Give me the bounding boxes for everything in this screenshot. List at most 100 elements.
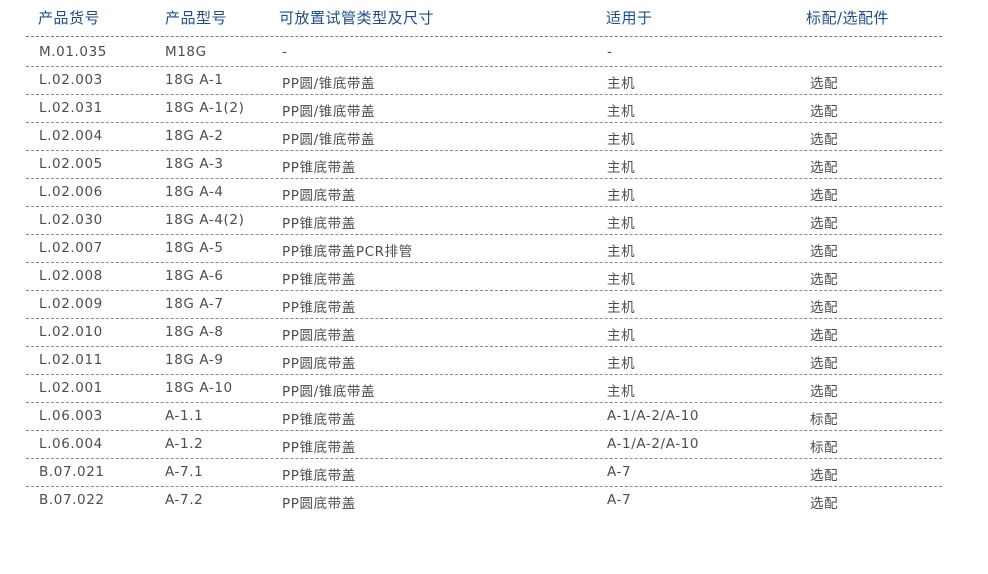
cell-code: L.02.006	[39, 184, 103, 200]
table-row: L.02.031 18G A-1(2) PP圆/锥底带盖 主机 选配	[26, 95, 942, 123]
table-body: M.01.035 M18G - - L.02.003 18G A-1 PP圆/锥底带盖 主机选…	[26, 39, 942, 515]
cell-applies-to: A-7	[607, 464, 632, 480]
table-row: L.02.009 18G A-7 PP锥底带盖 主机 选配	[26, 291, 942, 319]
cell-model: 18G A-4	[165, 184, 224, 200]
cell-tube: PP圆底带盖	[282, 496, 356, 512]
cell-std-opt: 选配	[810, 468, 839, 484]
cell-std-opt: 选配	[810, 384, 839, 400]
table-row: L.06.004 A-1.2 PP锥底带盖 A-1/A-2/A-10 标配	[26, 431, 942, 459]
cell-tube: PP锥底带盖PCR排管	[282, 244, 413, 260]
cell-applies-to: 主机	[607, 104, 636, 120]
cell-tube: PP圆/锥底带盖	[282, 384, 376, 400]
cell-applies-to: A-7	[607, 492, 632, 508]
cell-applies-to: 主机	[607, 244, 636, 260]
cell-std-opt: 选配	[810, 216, 839, 232]
cell-code: L.02.009	[39, 296, 103, 312]
cell-model: 18G A-7	[165, 296, 224, 312]
table-row: L.02.004 18G A-2 PP圆/锥底带盖 主机 选配	[26, 123, 942, 151]
cell-tube: PP锥底带盖	[282, 468, 356, 484]
cell-applies-to: A-1/A-2/A-10	[607, 408, 700, 424]
cell-model: A-1.2	[165, 436, 204, 452]
cell-std-opt: 选配	[810, 356, 839, 372]
cell-model: 18G A-1(2)	[165, 100, 245, 116]
cell-model: A-7.1	[165, 464, 204, 480]
cell-code: L.02.011	[39, 352, 103, 368]
cell-code: L.02.005	[39, 156, 103, 172]
header-std-opt: 标配/选配件	[806, 9, 890, 27]
cell-std-opt: 选配	[810, 188, 839, 204]
table-row: L.02.007 18G A-5 PP锥底带盖PCR排管 主机 选配	[26, 235, 942, 263]
cell-tube: PP锥底带盖	[282, 160, 356, 176]
header-applies-to: 适用于	[606, 9, 653, 27]
cell-model: A-7.2	[165, 492, 204, 508]
table-row: L.02.001 18G A-10 PP圆/锥底带盖 主机 选配	[26, 375, 942, 403]
cell-code: L.02.010	[39, 324, 103, 340]
cell-code: M.01.035	[39, 44, 107, 60]
header-model: 产品型号	[165, 9, 228, 27]
cell-std-opt: 选配	[810, 76, 839, 92]
cell-tube: PP圆/锥底带盖	[282, 76, 376, 92]
cell-tube: PP锥底带盖	[282, 300, 356, 316]
cell-code: L.06.004	[39, 436, 103, 452]
cell-code: B.07.021	[39, 464, 105, 480]
cell-applies-to: 主机	[607, 132, 636, 148]
cell-tube: PP锥底带盖	[282, 216, 356, 232]
cell-applies-to: 主机	[607, 160, 636, 176]
cell-model: 18G A-5	[165, 240, 224, 256]
cell-applies-to: 主机	[607, 356, 636, 372]
table-row: L.06.003 A-1.1 PP锥底带盖 A-1/A-2/A-10 标配	[26, 403, 942, 431]
cell-model: 18G A-8	[165, 324, 224, 340]
cell-model: 18G A-3	[165, 156, 224, 172]
cell-std-opt: 标配	[810, 412, 839, 428]
cell-applies-to: 主机	[607, 216, 636, 232]
cell-code: B.07.022	[39, 492, 105, 508]
table-header: 产品货号 产品型号 可放置试管类型及尺寸 适用于 标配/选配件	[26, 0, 942, 37]
cell-tube: PP锥底带盖	[282, 272, 356, 288]
table-row: L.02.010 18G A-8 PP圆底带盖 主机 选配	[26, 319, 942, 347]
cell-model: A-1.1	[165, 408, 204, 424]
cell-applies-to: 主机	[607, 328, 636, 344]
product-table: 产品货号 产品型号 可放置试管类型及尺寸 适用于 标配/选配件 M.01.035…	[26, 0, 942, 515]
cell-code: L.02.007	[39, 240, 103, 256]
cell-tube: -	[282, 44, 288, 60]
table-row: L.02.011 18G A-9 PP圆底带盖 主机 选配	[26, 347, 942, 375]
cell-std-opt: 选配	[810, 328, 839, 344]
cell-model: 18G A-9	[165, 352, 224, 368]
cell-applies-to: 主机	[607, 76, 636, 92]
cell-tube: PP圆底带盖	[282, 328, 356, 344]
header-code: 产品货号	[38, 9, 101, 27]
cell-tube: PP锥底带盖	[282, 440, 356, 456]
cell-code: L.02.030	[39, 212, 103, 228]
cell-applies-to: 主机	[607, 384, 636, 400]
cell-code: L.06.003	[39, 408, 103, 424]
cell-model: 18G A-1	[165, 72, 224, 88]
cell-tube: PP圆/锥底带盖	[282, 132, 376, 148]
cell-tube: PP圆底带盖	[282, 356, 356, 372]
cell-model: 18G A-10	[165, 380, 233, 396]
cell-std-opt: 选配	[810, 104, 839, 120]
cell-std-opt: 选配	[810, 496, 839, 512]
table-row: L.02.003 18G A-1 PP圆/锥底带盖 主机 选配	[26, 67, 942, 95]
cell-code: L.02.008	[39, 268, 103, 284]
cell-applies-to: A-1/A-2/A-10	[607, 436, 700, 452]
cell-std-opt: 标配	[810, 440, 839, 456]
cell-std-opt: 选配	[810, 272, 839, 288]
table-row: B.07.021 A-7.1 PP锥底带盖 A-7 选配	[26, 459, 942, 487]
cell-code: L.02.031	[39, 100, 103, 116]
cell-tube: PP圆底带盖	[282, 188, 356, 204]
cell-tube: PP锥底带盖	[282, 412, 356, 428]
table-row: L.02.030 18G A-4(2) PP锥底带盖 主机 选配	[26, 207, 942, 235]
cell-std-opt: 选配	[810, 160, 839, 176]
cell-applies-to: -	[607, 44, 613, 60]
header-tube: 可放置试管类型及尺寸	[279, 9, 435, 27]
table-row: L.02.005 18G A-3 PP锥底带盖 主机 选配	[26, 151, 942, 179]
table-row: B.07.022 A-7.2 PP圆底带盖 A-7 选配	[26, 487, 942, 515]
table-row: L.02.008 18G A-6 PP锥底带盖 主机 选配	[26, 263, 942, 291]
cell-std-opt: 选配	[810, 132, 839, 148]
cell-applies-to: 主机	[607, 300, 636, 316]
table-row: M.01.035 M18G - -	[26, 39, 942, 67]
cell-model: 18G A-4(2)	[165, 212, 245, 228]
cell-applies-to: 主机	[607, 188, 636, 204]
cell-code: L.02.003	[39, 72, 103, 88]
cell-code: L.02.004	[39, 128, 103, 144]
